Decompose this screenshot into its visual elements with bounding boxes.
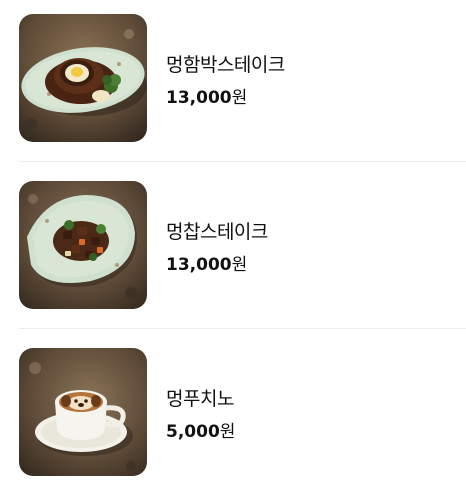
divider xyxy=(19,161,466,162)
menu-item-price: 13,000원 xyxy=(166,250,247,275)
price-currency: 원 xyxy=(231,255,248,275)
price-value: 13,000 xyxy=(166,88,232,108)
menu-item-price: 5,000원 xyxy=(166,417,235,442)
menu-item-dog-latte[interactable]: 멍푸치노 5,000원 xyxy=(0,348,466,478)
divider xyxy=(19,328,466,329)
price-currency: 원 xyxy=(219,422,236,442)
hamburg-steak-image xyxy=(19,14,147,142)
price-value: 5,000 xyxy=(166,422,220,442)
menu-item-name: 멍찹스테이크 xyxy=(166,221,268,243)
price-currency: 원 xyxy=(231,88,248,108)
menu-item-name: 멍함박스테이크 xyxy=(166,54,285,76)
menu-item-price: 13,000원 xyxy=(166,83,247,108)
menu-item-hamburg-steak[interactable]: 멍함박스테이크 13,000원 xyxy=(0,14,466,144)
chop-steak-image xyxy=(19,181,147,309)
menu-item-chop-steak[interactable]: 멍찹스테이크 13,000원 xyxy=(0,181,466,311)
menu-list: 멍함박스테이크 13,000원 멍찹스테이크 13,000원 멍푸치노 5,00… xyxy=(0,0,466,492)
price-value: 13,000 xyxy=(166,255,232,275)
dog-latte-image xyxy=(19,348,147,476)
menu-item-name: 멍푸치노 xyxy=(166,388,234,410)
